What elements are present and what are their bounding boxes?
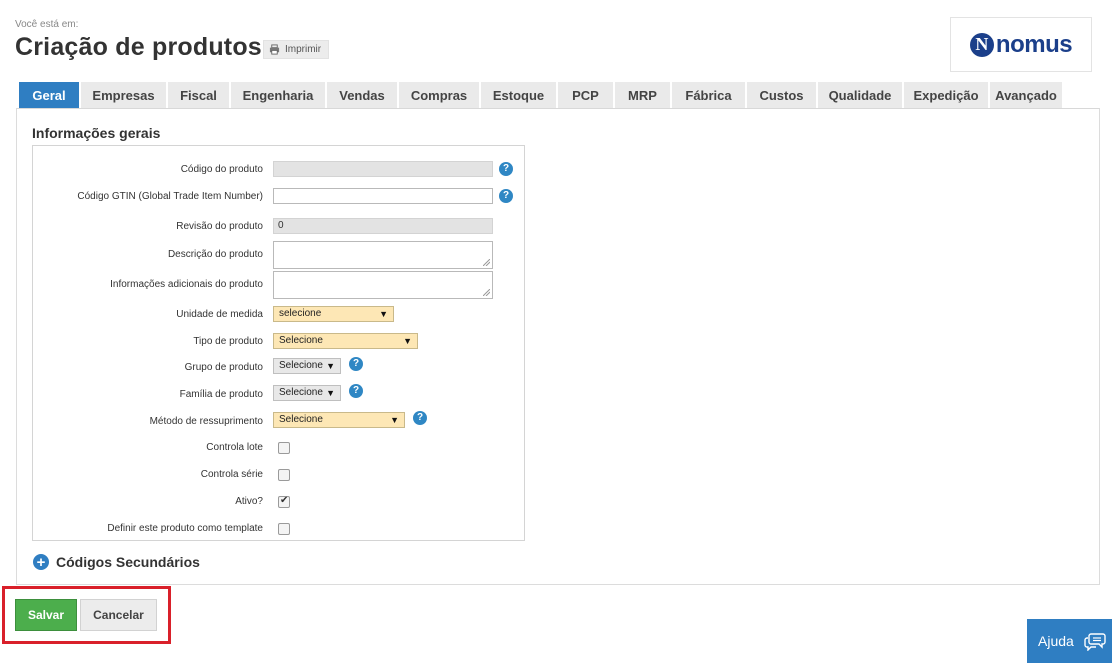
page-title: Criação de produtos xyxy=(15,33,262,61)
controla-lote-checkbox[interactable] xyxy=(278,442,290,454)
dropdown-arrow-icon: ▼ xyxy=(390,415,399,425)
codigo-produto-input[interactable] xyxy=(273,161,493,177)
section-title: Informações gerais xyxy=(32,125,161,141)
expand-plus-icon[interactable]: + xyxy=(33,554,49,570)
tab-pcp[interactable]: PCP xyxy=(558,82,613,108)
unidade-medida-label: Unidade de medida xyxy=(176,309,263,320)
tab-bar: Geral Empresas Fiscal Engenharia Vendas … xyxy=(19,82,1064,108)
logo-mark-icon: N xyxy=(969,32,994,57)
print-button[interactable]: Imprimir xyxy=(263,40,330,59)
unidade-medida-value: selecione xyxy=(279,308,322,319)
chat-bubble-icon xyxy=(1084,633,1106,651)
help-button[interactable]: Ajuda xyxy=(1027,619,1112,663)
tab-engenharia[interactable]: Engenharia xyxy=(231,82,325,108)
dropdown-arrow-icon: ▼ xyxy=(403,336,412,346)
unidade-medida-select[interactable]: selecione ▼ xyxy=(273,306,394,322)
tab-geral[interactable]: Geral xyxy=(19,82,79,108)
cancel-button[interactable]: Cancelar xyxy=(80,599,157,631)
tab-compras[interactable]: Compras xyxy=(399,82,479,108)
dropdown-arrow-icon: ▼ xyxy=(326,388,335,398)
codigo-gtin-input[interactable] xyxy=(273,188,493,204)
save-button[interactable]: Salvar xyxy=(15,599,77,631)
dropdown-arrow-icon: ▼ xyxy=(379,309,388,319)
tab-fiscal[interactable]: Fiscal xyxy=(168,82,229,108)
breadcrumb: Você está em: xyxy=(15,19,79,30)
printer-icon xyxy=(269,44,280,55)
descricao-textarea[interactable] xyxy=(273,241,493,269)
tab-custos[interactable]: Custos xyxy=(747,82,816,108)
tab-fabrica[interactable]: Fábrica xyxy=(672,82,745,108)
metodo-ressuprimento-select[interactable]: Selecione ▼ xyxy=(273,412,405,428)
logo-text: nomus xyxy=(995,30,1073,58)
tab-estoque[interactable]: Estoque xyxy=(481,82,556,108)
tab-qualidade[interactable]: Qualidade xyxy=(818,82,902,108)
tab-vendas[interactable]: Vendas xyxy=(327,82,397,108)
tipo-produto-label: Tipo de produto xyxy=(193,336,263,347)
tab-expedicao[interactable]: Expedição xyxy=(904,82,988,108)
tab-mrp[interactable]: MRP xyxy=(615,82,670,108)
print-label: Imprimir xyxy=(285,44,322,55)
help-label: Ajuda xyxy=(1038,633,1074,649)
logo-box: N nomus xyxy=(950,17,1092,72)
help-icon[interactable]: ? xyxy=(349,384,363,398)
metodo-ressuprimento-value: Selecione xyxy=(279,414,323,425)
descricao-label: Descrição do produto xyxy=(167,249,263,260)
nomus-logo: N nomus xyxy=(969,30,1073,59)
tipo-produto-select[interactable]: Selecione ▼ xyxy=(273,333,418,349)
resize-grip-icon[interactable] xyxy=(483,289,490,296)
controla-serie-checkbox[interactable] xyxy=(278,469,290,481)
resize-grip-icon[interactable] xyxy=(483,259,490,266)
codigo-produto-label: Código do produto xyxy=(180,164,263,175)
familia-produto-label: Família de produto xyxy=(179,389,263,400)
grupo-produto-label: Grupo de produto xyxy=(184,362,263,373)
revisao-label: Revisão do produto xyxy=(176,221,263,232)
dropdown-arrow-icon: ▼ xyxy=(326,361,335,371)
secondary-codes-label: Códigos Secundários xyxy=(56,554,200,570)
tipo-produto-value: Selecione xyxy=(279,335,323,346)
info-adicionais-label: Informações adicionais do produto xyxy=(110,279,263,290)
codigo-gtin-label: Código GTIN (Global Trade Item Number) xyxy=(77,191,263,202)
help-icon[interactable]: ? xyxy=(499,189,513,203)
template-label: Definir este produto como template xyxy=(107,523,263,534)
tab-content-panel: Informações gerais Código do produto ? C… xyxy=(16,108,1100,585)
ativo-checkbox[interactable] xyxy=(278,495,290,508)
ativo-label: Ativo? xyxy=(235,496,263,507)
help-icon[interactable]: ? xyxy=(349,357,363,371)
controla-serie-label: Controla série xyxy=(200,469,263,480)
help-icon[interactable]: ? xyxy=(499,162,513,176)
tab-avancado[interactable]: Avançado xyxy=(990,82,1062,108)
grupo-produto-value: Selecione xyxy=(279,360,323,371)
template-checkbox[interactable] xyxy=(278,523,290,535)
metodo-ressuprimento-label: Método de ressuprimento xyxy=(149,416,263,427)
general-info-form: Código do produto ? Código GTIN (Global … xyxy=(32,145,525,541)
grupo-produto-select[interactable]: Selecione ▼ xyxy=(273,358,341,374)
familia-produto-select[interactable]: Selecione ▼ xyxy=(273,385,341,401)
secondary-codes-toggle[interactable]: + Códigos Secundários xyxy=(33,554,200,570)
revisao-input[interactable]: 0 xyxy=(273,218,493,234)
controla-lote-label: Controla lote xyxy=(206,442,263,453)
tab-empresas[interactable]: Empresas xyxy=(81,82,166,108)
info-adicionais-textarea[interactable] xyxy=(273,271,493,299)
help-icon[interactable]: ? xyxy=(413,411,427,425)
familia-produto-value: Selecione xyxy=(279,387,323,398)
